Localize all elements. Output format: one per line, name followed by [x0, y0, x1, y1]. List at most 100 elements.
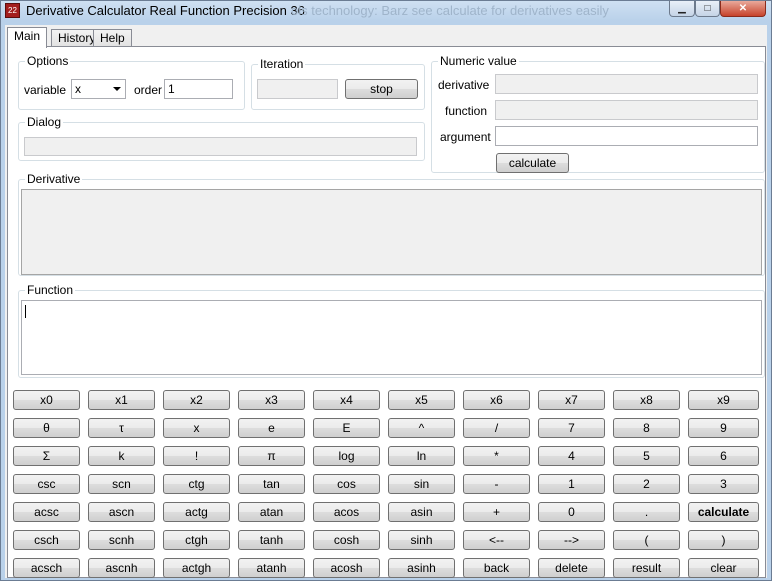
- key-x2-button[interactable]: x2: [163, 390, 230, 410]
- key-ctg-button[interactable]: ctg: [163, 474, 230, 494]
- key-factorial-button[interactable]: !: [163, 446, 230, 466]
- maximize-button[interactable]: □: [695, 1, 720, 17]
- key-tan-button[interactable]: tan: [238, 474, 305, 494]
- key-9-button[interactable]: 9: [688, 418, 759, 438]
- key-acsc-button[interactable]: acsc: [13, 502, 80, 522]
- key-tau-button[interactable]: τ: [88, 418, 155, 438]
- key-7-button[interactable]: 7: [538, 418, 605, 438]
- function-legend: Function: [27, 283, 74, 297]
- key-calculate-button[interactable]: calculate: [688, 502, 759, 522]
- variable-select[interactable]: x: [71, 79, 126, 99]
- dialog-group: Dialog: [18, 115, 425, 161]
- key-delete-button[interactable]: delete: [538, 558, 605, 578]
- key-x5-button[interactable]: x5: [388, 390, 455, 410]
- key-x6-button[interactable]: x6: [463, 390, 530, 410]
- key-sinh-button[interactable]: sinh: [388, 530, 455, 550]
- key-x7-button[interactable]: x7: [538, 390, 605, 410]
- key-cos-button[interactable]: cos: [313, 474, 380, 494]
- key-x4-button[interactable]: x4: [313, 390, 380, 410]
- key-cursor-left-button[interactable]: <--: [463, 530, 530, 550]
- key-power-button[interactable]: ^: [388, 418, 455, 438]
- key-3-button[interactable]: 3: [688, 474, 759, 494]
- key-scnh-button[interactable]: scnh: [88, 530, 155, 550]
- key-sin-button[interactable]: sin: [388, 474, 455, 494]
- key-dot-button[interactable]: .: [613, 502, 680, 522]
- key-pi-button[interactable]: π: [238, 446, 305, 466]
- key-atan-button[interactable]: atan: [238, 502, 305, 522]
- key-k-button[interactable]: k: [88, 446, 155, 466]
- key-cosh-button[interactable]: cosh: [313, 530, 380, 550]
- key-divide-button[interactable]: /: [463, 418, 530, 438]
- window-title-ghost-text: ols technology: Barz see calculate for d…: [291, 3, 609, 18]
- minimize-button[interactable]: ▁: [669, 1, 695, 17]
- main-tab-panel: Options variable x order 1 Iteration sto…: [7, 46, 766, 578]
- argument-label: argument: [440, 130, 491, 144]
- key-2-button[interactable]: 2: [613, 474, 680, 494]
- key-log-button[interactable]: log: [313, 446, 380, 466]
- order-input[interactable]: 1: [164, 79, 233, 99]
- derivative-legend: Derivative: [27, 172, 81, 186]
- key-x8-button[interactable]: x8: [613, 390, 680, 410]
- key-tanh-button[interactable]: tanh: [238, 530, 305, 550]
- key-theta-button[interactable]: θ: [13, 418, 80, 438]
- key-close-paren-button[interactable]: ): [688, 530, 759, 550]
- key-8-button[interactable]: 8: [613, 418, 680, 438]
- key-x-button[interactable]: x: [163, 418, 230, 438]
- tab-main[interactable]: Main: [7, 27, 48, 48]
- key-6-button[interactable]: 6: [688, 446, 759, 466]
- key-1-button[interactable]: 1: [538, 474, 605, 494]
- key-sigma-button[interactable]: Σ: [13, 446, 80, 466]
- title-bar[interactable]: 22 Derivative Calculator Real Function P…: [1, 1, 771, 21]
- key-5-button[interactable]: 5: [613, 446, 680, 466]
- key-ascnh-button[interactable]: ascnh: [88, 558, 155, 578]
- key-minus-button[interactable]: -: [463, 474, 530, 494]
- window-title: Derivative Calculator Real Function Prec…: [26, 3, 305, 18]
- function-input[interactable]: [21, 300, 762, 375]
- variable-label: variable: [24, 83, 67, 97]
- key-e-button[interactable]: e: [238, 418, 305, 438]
- app-window: 22 Derivative Calculator Real Function P…: [0, 0, 772, 581]
- key-x9-button[interactable]: x9: [688, 390, 759, 410]
- key-plus-button[interactable]: +: [463, 502, 530, 522]
- key-x0-button[interactable]: x0: [13, 390, 80, 410]
- key-result-button[interactable]: result: [613, 558, 680, 578]
- key-x1-button[interactable]: x1: [88, 390, 155, 410]
- numeric-function-field: [495, 100, 758, 120]
- key-clear-button[interactable]: clear: [688, 558, 759, 578]
- text-caret: [25, 305, 26, 318]
- chevron-down-icon: [113, 87, 121, 91]
- numeric-derivative-label: derivative: [438, 78, 490, 92]
- key-ascn-button[interactable]: ascn: [88, 502, 155, 522]
- key-open-paren-button[interactable]: (: [613, 530, 680, 550]
- key-asin-button[interactable]: asin: [388, 502, 455, 522]
- numeric-value-legend: Numeric value: [440, 54, 517, 68]
- key-csch-button[interactable]: csch: [13, 530, 80, 550]
- dialog-legend: Dialog: [27, 115, 62, 129]
- key-actgh-button[interactable]: actgh: [163, 558, 230, 578]
- key-ctgh-button[interactable]: ctgh: [163, 530, 230, 550]
- key-back-button[interactable]: back: [463, 558, 530, 578]
- key-e-button[interactable]: E: [313, 418, 380, 438]
- numeric-calculate-button[interactable]: calculate: [496, 153, 569, 173]
- dialog-field: [24, 137, 417, 156]
- iteration-group: Iteration stop: [251, 57, 425, 110]
- key-asinh-button[interactable]: asinh: [388, 558, 455, 578]
- stop-button[interactable]: stop: [345, 79, 418, 99]
- key-4-button[interactable]: 4: [538, 446, 605, 466]
- key-0-button[interactable]: 0: [538, 502, 605, 522]
- key-acosh-button[interactable]: acosh: [313, 558, 380, 578]
- key-x3-button[interactable]: x3: [238, 390, 305, 410]
- numeric-derivative-field: [495, 74, 758, 94]
- key-csc-button[interactable]: csc: [13, 474, 80, 494]
- close-icon: ✕: [738, 3, 748, 14]
- key-scn-button[interactable]: scn: [88, 474, 155, 494]
- key-ln-button[interactable]: ln: [388, 446, 455, 466]
- close-button[interactable]: ✕: [720, 1, 766, 17]
- key-cursor-right-button[interactable]: -->: [538, 530, 605, 550]
- key-acos-button[interactable]: acos: [313, 502, 380, 522]
- key-multiply-button[interactable]: *: [463, 446, 530, 466]
- key-actg-button[interactable]: actg: [163, 502, 230, 522]
- key-atanh-button[interactable]: atanh: [238, 558, 305, 578]
- argument-input[interactable]: [495, 126, 758, 146]
- key-acsch-button[interactable]: acsch: [13, 558, 80, 578]
